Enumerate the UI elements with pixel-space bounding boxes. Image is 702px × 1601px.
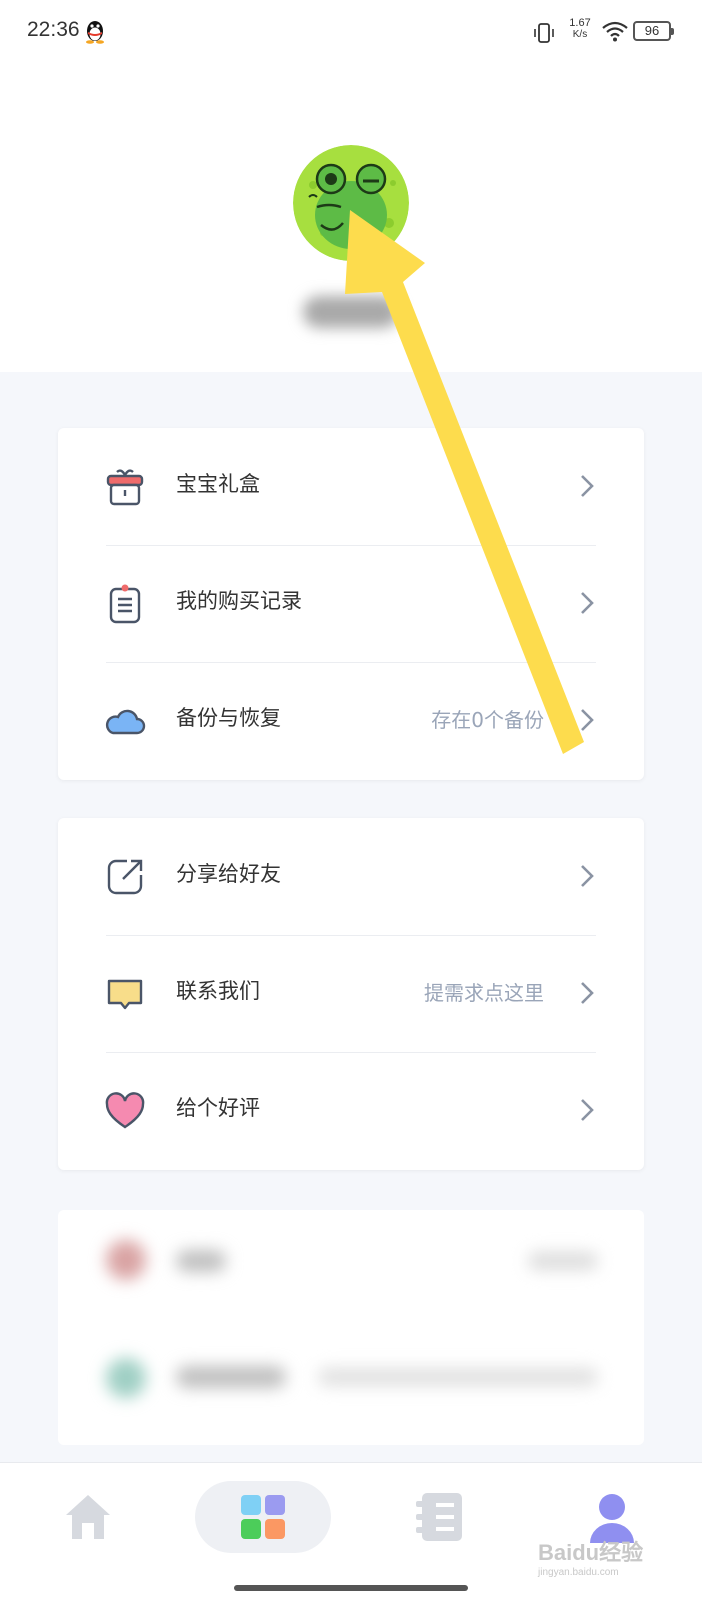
status-bar: 22:36 1.67 K/s 96: [0, 0, 702, 64]
grid-apps-icon: [241, 1495, 285, 1539]
heart-icon: [105, 1092, 145, 1129]
baidu-watermark: Baidu经验 jingyan.baidu.com: [538, 1535, 643, 1578]
cloud-icon: [105, 709, 146, 735]
blurred-icon: [106, 1240, 146, 1280]
menu-card-account: 宝宝礼盒 我的购买记录 备份与恢复 存在0个备份: [58, 428, 644, 780]
username-blurred: [303, 296, 399, 328]
gift-box-icon: [106, 469, 144, 506]
network-speed: 1.67 K/s: [566, 17, 594, 41]
chevron-right-icon: [581, 865, 594, 887]
chevron-right-icon: [581, 1099, 594, 1121]
home-indicator[interactable]: [234, 1585, 468, 1591]
blurred-subtitle: [528, 1252, 598, 1270]
frog-avatar-icon: [293, 145, 409, 261]
tab-records[interactable]: [380, 1481, 500, 1553]
menu-card-blurred: [58, 1210, 644, 1445]
feedback-hint-text: 提需求点这里: [424, 981, 544, 1005]
menu-item-rate-app[interactable]: 给个好评: [58, 1052, 644, 1169]
network-speed-value: 1.67: [569, 17, 591, 29]
share-icon: [107, 859, 143, 895]
list-book-icon: [416, 1493, 462, 1541]
menu-item-purchase-record[interactable]: 我的购买记录: [58, 545, 644, 662]
home-icon: [66, 1495, 110, 1539]
menu-item-label: 备份与恢复: [176, 706, 281, 730]
wifi-icon: [602, 21, 628, 42]
backup-count-text: 存在0个备份: [431, 708, 544, 732]
chevron-right-icon: [581, 982, 594, 1004]
menu-item-label: 联系我们: [176, 979, 260, 1003]
menu-item-label: 分享给好友: [176, 862, 281, 886]
chevron-right-icon: [581, 475, 594, 497]
chevron-right-icon: [581, 592, 594, 614]
vibrate-icon: [534, 23, 554, 43]
message-icon: [107, 979, 143, 1010]
tab-home[interactable]: [28, 1481, 148, 1553]
menu-item-backup-restore[interactable]: 备份与恢复 存在0个备份: [58, 662, 644, 779]
watermark-url: jingyan.baidu.com: [538, 1567, 619, 1578]
tab-apps[interactable]: [195, 1481, 331, 1553]
menu-item-contact-us[interactable]: 联系我们 提需求点这里: [58, 935, 644, 1052]
blurred-subtitle: [318, 1368, 598, 1386]
blurred-label: [176, 1250, 226, 1272]
bottom-tab-bar: [0, 1462, 702, 1601]
menu-item-share[interactable]: 分享给好友: [58, 818, 644, 935]
watermark-brand: Baidu经验: [538, 1540, 644, 1565]
profile-avatar[interactable]: [293, 145, 409, 261]
network-speed-unit: K/s: [572, 29, 588, 40]
qq-penguin-icon: [86, 21, 104, 44]
blurred-icon: [106, 1358, 146, 1398]
menu-item-gift-box[interactable]: 宝宝礼盒: [58, 428, 644, 545]
menu-item-label: 宝宝礼盒: [176, 472, 260, 496]
menu-card-social: 分享给好友 联系我们 提需求点这里 给个好评: [58, 818, 644, 1170]
battery-indicator: 96: [633, 21, 674, 41]
purchase-record-icon: [109, 584, 141, 624]
status-time: 22:36: [27, 18, 80, 41]
blurred-label: [176, 1366, 286, 1388]
menu-item-label: 给个好评: [176, 1096, 260, 1120]
chevron-right-icon: [581, 709, 594, 731]
menu-item-label: 我的购买记录: [176, 589, 302, 613]
